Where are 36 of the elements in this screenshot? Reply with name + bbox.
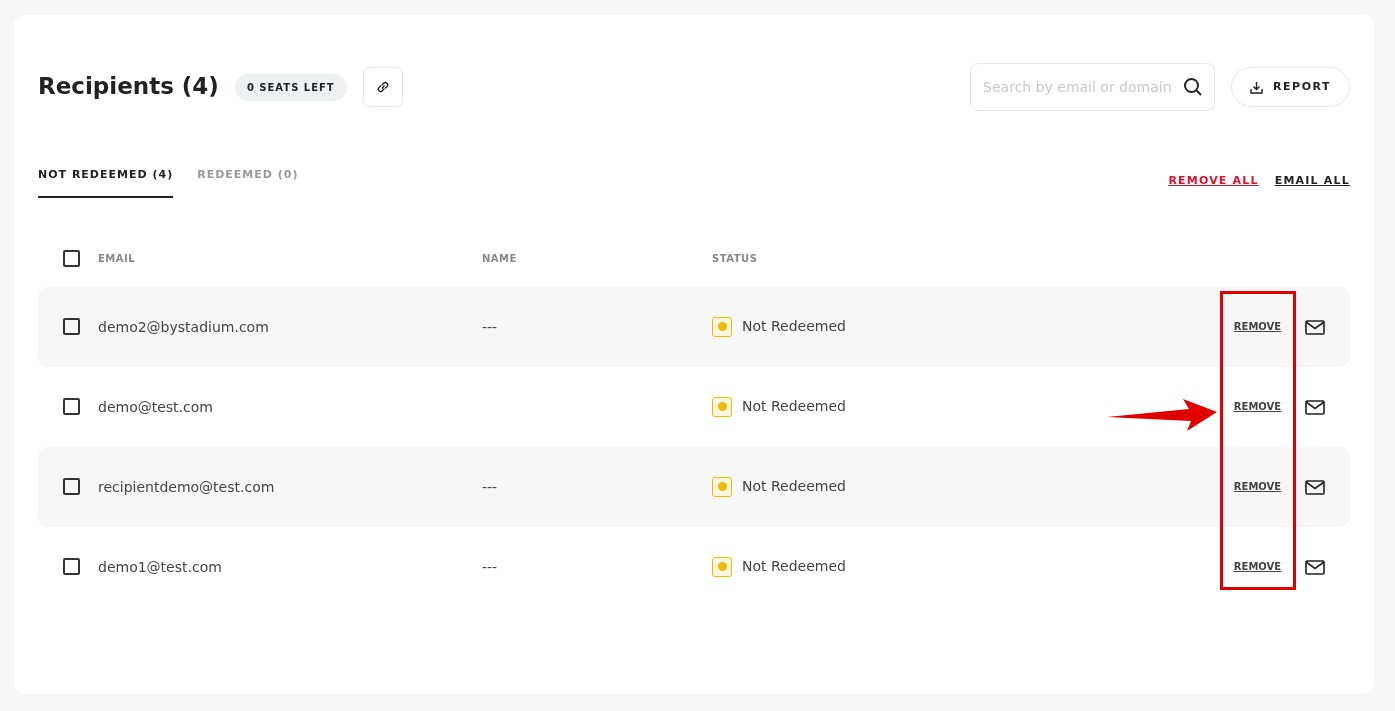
column-header: NAME xyxy=(482,252,518,266)
email-cell: demo@test.com xyxy=(98,398,213,415)
row-checkbox[interactable] xyxy=(63,558,80,575)
remove-link[interactable]: REMOVE xyxy=(1233,559,1282,574)
download-icon xyxy=(1250,80,1264,94)
remove-link[interactable]: REMOVE xyxy=(1233,319,1282,334)
email-cell: demo2@bystadium.com xyxy=(98,318,269,335)
envelope-icon xyxy=(1305,559,1325,575)
envelope-icon xyxy=(1305,319,1325,335)
name-cell: --- xyxy=(482,478,498,495)
column-header: EMAIL xyxy=(98,252,137,266)
seats-left-badge: 0 SEATS LEFT xyxy=(234,73,347,101)
status-text: Not Redeemed xyxy=(742,397,846,416)
row-checkbox[interactable] xyxy=(63,478,80,495)
remove-link[interactable]: REMOVE xyxy=(1233,479,1282,494)
column-header: STATUS xyxy=(712,252,759,266)
email-cell: demo1@test.com xyxy=(98,558,222,575)
row-checkbox[interactable] xyxy=(63,318,80,335)
name-cell: --- xyxy=(482,318,498,335)
row-checkbox[interactable] xyxy=(63,398,80,415)
remove-all-link[interactable]: REMOVE ALL xyxy=(1168,173,1259,190)
envelope-icon xyxy=(1305,479,1325,495)
search-icon xyxy=(1183,77,1204,97)
email-cell: recipientdemo@test.com xyxy=(98,478,275,495)
select-all-checkbox[interactable] xyxy=(63,250,80,267)
status-text: Not Redeemed xyxy=(742,557,846,576)
name-cell: --- xyxy=(482,558,498,575)
report-button[interactable]: REPORT xyxy=(1231,67,1350,107)
status-text: Not Redeemed xyxy=(742,477,846,496)
status-text: Not Redeemed xyxy=(742,317,846,336)
copy-link-button[interactable] xyxy=(362,67,403,107)
remove-link[interactable]: REMOVE xyxy=(1233,399,1282,414)
email-all-link[interactable]: EMAIL ALL xyxy=(1274,173,1350,190)
envelope-icon xyxy=(1305,399,1325,415)
tab[interactable]: NOT REDEEMED (4) xyxy=(38,167,174,198)
page-title: Recipients (4) xyxy=(38,73,219,101)
